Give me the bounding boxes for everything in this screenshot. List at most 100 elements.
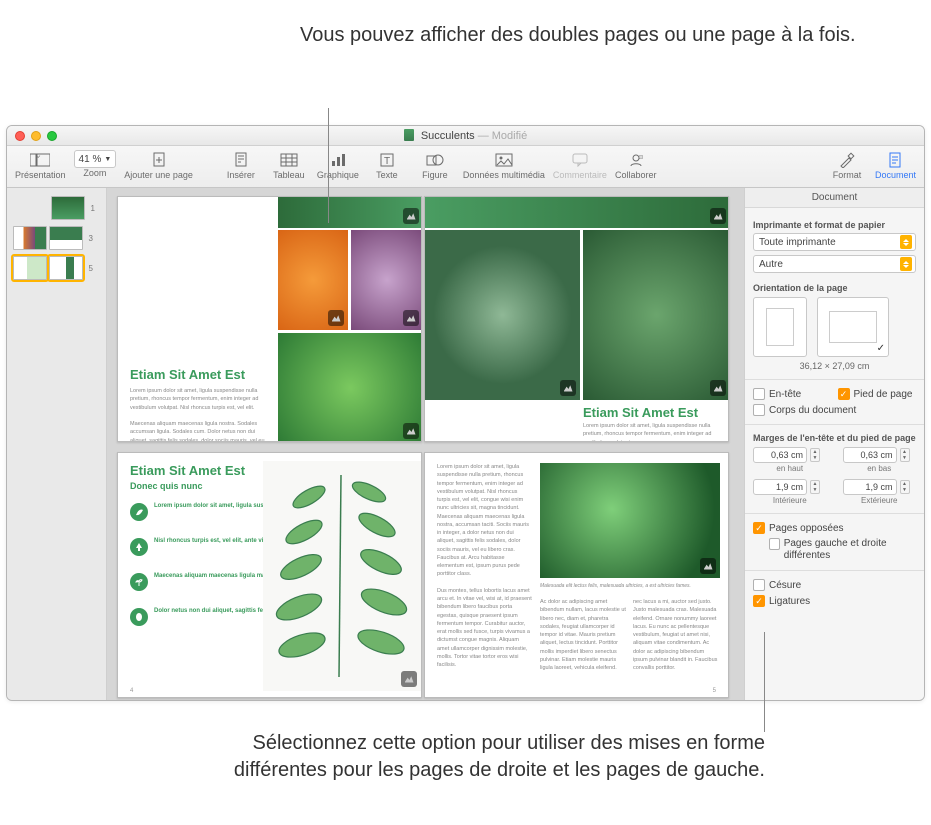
image-placeholder[interactable] (425, 230, 580, 400)
seed-icon (130, 608, 148, 626)
page-number: 5 (713, 688, 716, 694)
collaborate-icon (623, 150, 649, 170)
image-placeholder[interactable] (278, 197, 422, 228)
caption-text: Malesuada elit lectus felis, malesuada u… (540, 583, 720, 591)
callout-line (328, 108, 329, 223)
section-label: Orientation de la page (753, 283, 916, 293)
doc-status: Modifié (492, 130, 527, 142)
body-text: Lorem ipsum dolor sit amet, ligula suspe… (583, 422, 723, 442)
add-page-button[interactable]: Ajouter une page (120, 148, 197, 182)
image-placeholder[interactable] (540, 463, 720, 578)
checkbox-icon (838, 388, 850, 400)
printer-select[interactable]: Toute imprimante (753, 233, 916, 251)
margin-inside-stepper[interactable]: 1,9 cm (753, 479, 807, 495)
add-page-icon (146, 150, 172, 170)
document-canvas[interactable]: Etiam Sit Amet Est Lorem ipsum dolor sit… (107, 188, 744, 700)
checkbox-icon (753, 595, 765, 607)
orientation-portrait[interactable] (753, 297, 807, 357)
callout-top: Vous pouvez afficher des doubles pages o… (300, 22, 856, 49)
checkbox-icon (753, 404, 765, 416)
body-text: Ac dolor ac adipiscing amet bibendum nul… (540, 598, 626, 693)
document-icon (404, 129, 414, 141)
image-placeholder-icon (700, 558, 716, 574)
stepper-arrows-icon[interactable]: ▲▼ (810, 448, 820, 462)
media-button[interactable]: Données multimédia (459, 148, 549, 182)
text-icon: T (374, 150, 400, 170)
page-2[interactable]: Etiam Sit Amet Est Lorem ipsum dolor sit… (117, 196, 422, 442)
tree-icon (130, 538, 148, 556)
window-title: Succulents — Modifié (7, 129, 924, 142)
table-icon (276, 150, 302, 170)
stepper-arrows-icon[interactable]: ▲▼ (810, 480, 820, 494)
comment-button[interactable]: Commentaire (549, 148, 611, 182)
callout-bottom: Sélectionnez cette option pour utiliser … (185, 730, 765, 784)
toolbar: Présentation 41 % ▼ Zoom Ajouter une pag… (7, 146, 924, 188)
document-button[interactable]: Document (871, 148, 920, 182)
inspector-tab-document[interactable]: Document (745, 188, 924, 208)
view-button[interactable]: Présentation (11, 148, 70, 182)
lr-different-checkbox[interactable]: Pages gauche et droite différentes (769, 538, 916, 562)
shape-button[interactable]: Figure (411, 148, 459, 182)
plant-icon (130, 573, 148, 591)
callout-line (764, 632, 765, 732)
app-window: Succulents — Modifié Présentation 41 % ▼… (6, 125, 925, 701)
document-panel-icon (882, 150, 908, 170)
comment-icon (567, 150, 593, 170)
checkbox-icon (753, 579, 765, 591)
page-thumbnails-sidebar: 1 3 5 (7, 188, 107, 700)
page-heading: Etiam Sit Amet Est (130, 367, 245, 382)
image-placeholder[interactable] (351, 230, 422, 330)
stepper-arrows-icon[interactable]: ▲▼ (900, 448, 910, 462)
page-heading: Etiam Sit Amet Est (583, 405, 698, 420)
document-body-checkbox[interactable]: Corps du document (753, 404, 916, 416)
chevron-down-icon: ▼ (104, 156, 111, 163)
paper-select[interactable]: Autre (753, 255, 916, 273)
image-placeholder-icon (403, 208, 419, 224)
footer-checkbox[interactable]: Pied de page (838, 388, 917, 400)
stepper-arrows-icon (900, 257, 912, 271)
ligatures-checkbox[interactable]: Ligatures (753, 595, 916, 607)
orientation-landscape[interactable] (817, 297, 889, 357)
chart-button[interactable]: Graphique (313, 148, 363, 182)
zoom-value: 41 % (79, 154, 102, 165)
collaborate-button[interactable]: Collaborer (611, 148, 661, 182)
stepper-arrows-icon[interactable]: ▲▼ (900, 480, 910, 494)
image-placeholder[interactable] (583, 230, 729, 400)
format-button[interactable]: Format (823, 148, 871, 182)
page-subheading: Donec quis nunc (130, 481, 203, 491)
zoom-control[interactable]: 41 % ▼ Zoom (70, 148, 121, 180)
insert-button[interactable]: Insérer (217, 148, 265, 182)
image-placeholder-icon (403, 310, 419, 326)
hyphenation-checkbox[interactable]: Césure (753, 579, 916, 591)
facing-pages-checkbox[interactable]: Pages opposées (753, 522, 916, 534)
thumb-spread-3[interactable]: 5 (13, 256, 100, 280)
text-button[interactable]: T Texte (363, 148, 411, 182)
checkbox-icon (753, 388, 765, 400)
table-button[interactable]: Tableau (265, 148, 313, 182)
page-5[interactable]: Lorem ipsum dolor sit amet, ligula suspe… (424, 452, 729, 698)
header-checkbox[interactable]: En-tête (753, 388, 832, 400)
image-placeholder-icon (328, 310, 344, 326)
page-4[interactable]: Etiam Sit Amet Est Donec quis nunc Lorem… (117, 452, 422, 698)
insert-icon (228, 150, 254, 170)
image-placeholder[interactable] (278, 333, 422, 442)
leaf-icon (130, 503, 148, 521)
margin-bottom-stepper[interactable]: 0,63 cm (843, 447, 897, 463)
image-placeholder-icon (403, 423, 419, 439)
image-placeholder-icon (710, 208, 726, 224)
section-label: Marges de l'en-tête et du pied de page (753, 433, 916, 443)
margin-top-stepper[interactable]: 0,63 cm (753, 447, 807, 463)
thumb-spread-1[interactable]: 1 (13, 196, 100, 220)
document-inspector: Document Imprimante et format de papier … (744, 188, 924, 700)
margin-outside-stepper[interactable]: 1,9 cm (843, 479, 897, 495)
view-icon (27, 150, 53, 170)
section-label: Imprimante et format de papier (753, 220, 916, 230)
page-3[interactable]: Etiam Sit Amet Est Lorem ipsum dolor sit… (424, 196, 729, 442)
image-placeholder[interactable] (425, 197, 729, 228)
doc-name: Succulents (421, 130, 475, 142)
shape-icon (422, 150, 448, 170)
format-icon (834, 150, 860, 170)
thumb-spread-2[interactable]: 3 (13, 226, 100, 250)
image-placeholder[interactable] (263, 461, 421, 691)
image-placeholder[interactable] (278, 230, 348, 330)
